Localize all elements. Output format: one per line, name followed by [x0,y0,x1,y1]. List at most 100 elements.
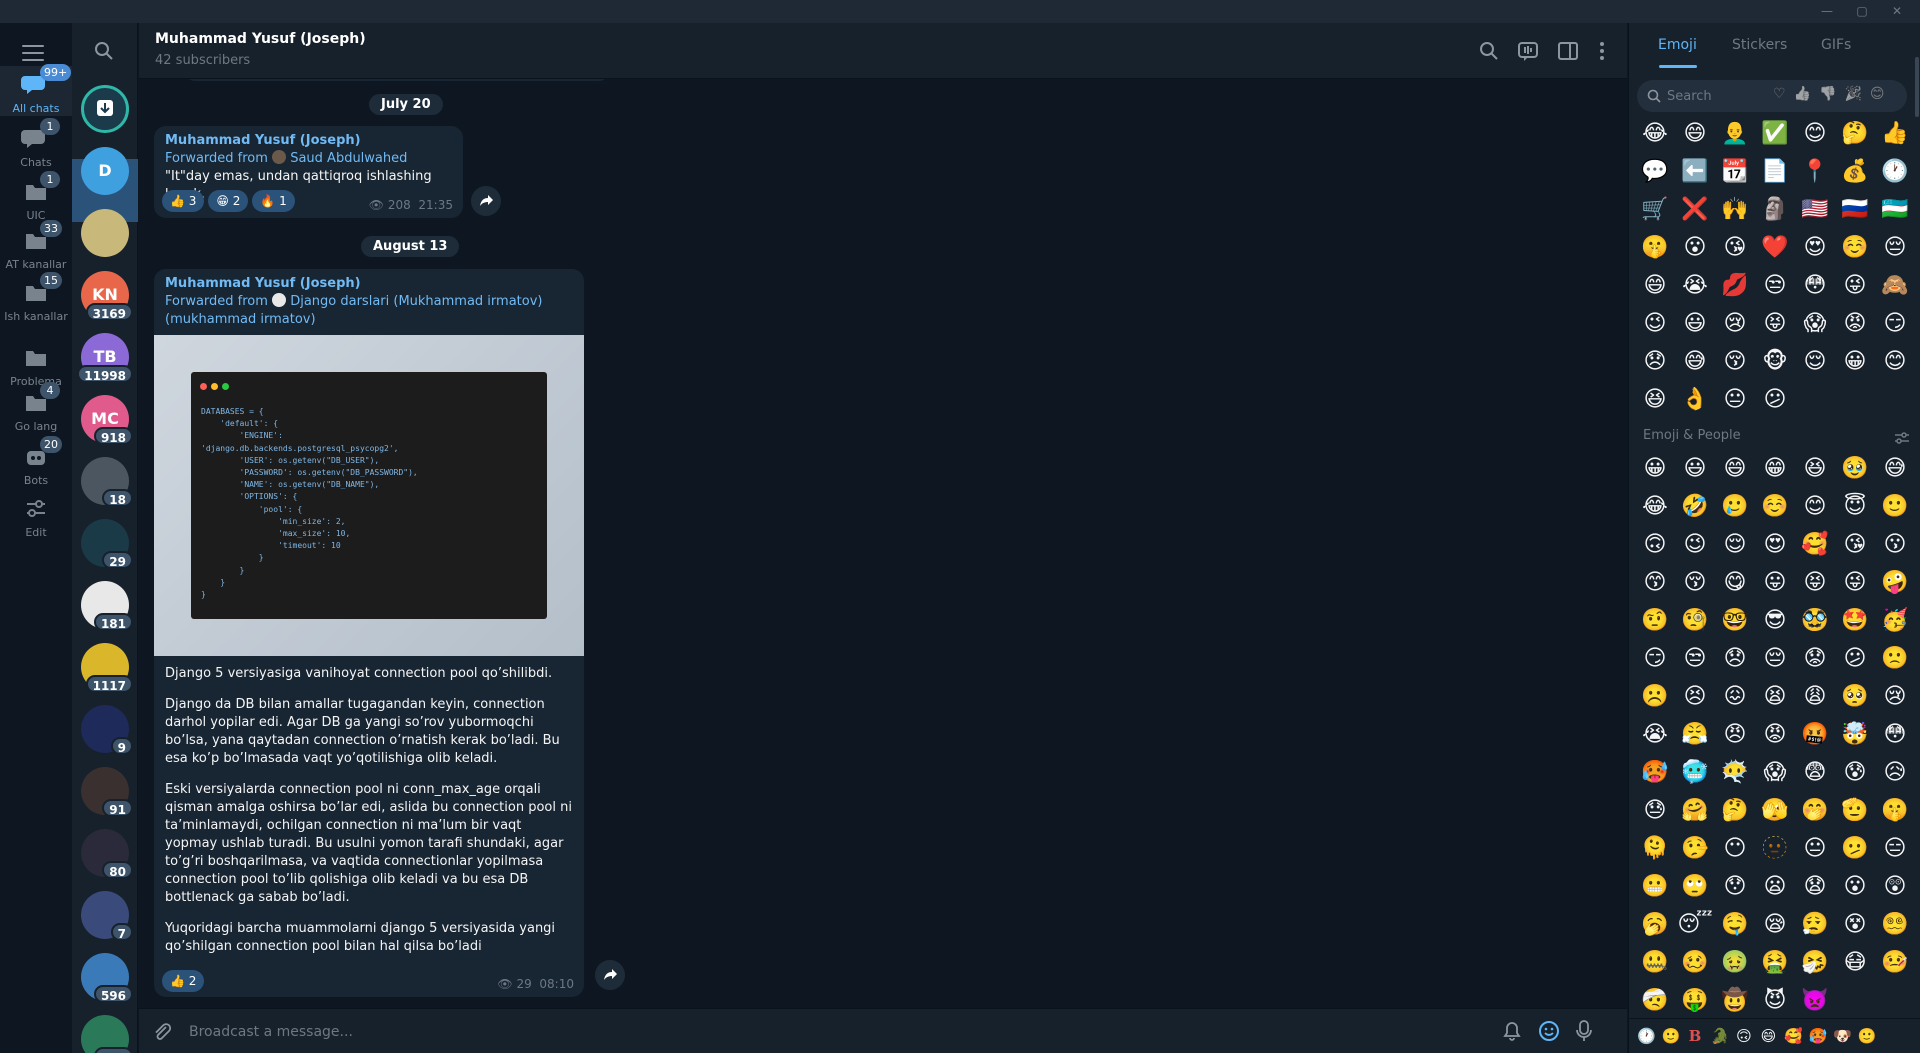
emoji[interactable]: 🤮 [1755,944,1795,982]
emoji[interactable]: 🤢 [1715,944,1755,982]
emoji-icon[interactable] [1537,1019,1561,1043]
chat-avatar[interactable]: 80 [81,829,133,879]
recent-emoji[interactable]: 😄 [1675,115,1715,153]
emoji[interactable]: 🤧 [1795,944,1835,982]
emoji[interactable]: 😃 [1675,450,1715,488]
recent-emoji[interactable]: 👌 [1675,381,1715,419]
filter-icon[interactable]: 👎 [1819,86,1836,102]
emoji[interactable]: 😂 [1635,488,1675,526]
folder-bots[interactable]: 20 Bots [0,436,72,488]
recent-emoji[interactable]: 📍 [1795,153,1835,191]
emoji[interactable]: 😘 [1835,526,1875,564]
emoji[interactable]: 😊 [1795,488,1835,526]
emoji[interactable]: 🤯 [1835,716,1875,754]
recent-emoji[interactable]: 😱 [1795,305,1835,343]
attach-icon[interactable] [151,1021,173,1043]
emoji[interactable]: 🥲 [1715,488,1755,526]
emoji[interactable]: 😔 [1755,640,1795,678]
emoji[interactable]: 🥱 [1635,906,1675,944]
emoji[interactable]: 🤠 [1715,982,1755,1018]
chat-avatar[interactable]: 18 [81,457,133,507]
emoji[interactable]: 😬 [1635,868,1675,906]
emoji[interactable]: 🙂 [1875,488,1911,526]
emoji[interactable]: 😓 [1635,792,1675,830]
emoji[interactable]: 😳 [1875,716,1911,754]
folder-go-lang[interactable]: 4 Go lang [0,382,72,434]
code-image[interactable]: DATABASES = { 'default': { 'ENGINE': 'dj… [154,335,584,656]
video-chat-icon[interactable] [1517,40,1539,62]
recent-emoji[interactable]: 😢 [1715,305,1755,343]
forwarded-header[interactable]: Forwarded from Django darslari (Mukhamma… [165,293,575,329]
emoji[interactable]: 😑 [1875,830,1911,868]
emoji[interactable]: 👿 [1795,982,1835,1018]
recent-emoji[interactable]: ❌ [1675,191,1715,229]
emoji[interactable]: 🤔 [1715,792,1755,830]
chat-avatar[interactable]: TB 11998 [77,333,133,383]
folder-all-chats[interactable]: 99+ All chats [0,64,72,116]
emoji[interactable]: 😲 [1875,868,1911,906]
emoji[interactable]: 😕 [1835,640,1875,678]
minimize-button[interactable]: — [1810,0,1844,23]
search-icon[interactable] [94,41,114,61]
emoji[interactable]: 😇 [1835,488,1875,526]
emoji[interactable]: 🤨 [1635,602,1675,640]
reaction-chip[interactable]: 😁 2 [208,190,249,212]
emoji[interactable]: 🤓 [1715,602,1755,640]
recent-emoji[interactable]: 🙌 [1715,191,1755,229]
message-bubble[interactable]: Muhammad Yusuf (Joseph) Forwarded from D… [154,269,584,997]
recent-emoji[interactable]: 😊 [1795,115,1835,153]
recent-emoji[interactable]: 👍 [1875,115,1915,153]
emoji[interactable]: 🤬 [1795,716,1835,754]
recent-emoji[interactable]: 😍 [1795,229,1835,267]
emoji[interactable]: 😯 [1715,868,1755,906]
share-button[interactable] [595,960,625,990]
emoji[interactable]: 🤭 [1795,792,1835,830]
reaction-chip[interactable]: 👍 2 [162,970,205,992]
emoji[interactable]: 🧐 [1675,602,1715,640]
emoji[interactable]: 😌 [1715,526,1755,564]
chat-avatar[interactable]: KN 3169 [81,271,133,321]
emoji[interactable]: 😴 [1675,906,1715,944]
chat-title[interactable]: Muhammad Yusuf (Joseph) [155,31,366,47]
reaction-chip[interactable]: 🔥 1 [252,190,295,212]
category-icon[interactable]: 🐶 [1833,1027,1852,1045]
hamburger-menu-icon[interactable] [22,45,44,61]
search-icon[interactable] [1478,40,1500,62]
category-icon[interactable]: B [1686,1027,1704,1045]
emoji[interactable]: 😆 [1795,450,1835,488]
recent-emoji[interactable]: 🗿 [1755,191,1795,229]
recent-emoji[interactable]: 🇺🇸 [1795,191,1835,229]
emoji[interactable]: 😨 [1795,754,1835,792]
emoji[interactable]: 😞 [1715,640,1755,678]
recent-emoji[interactable]: 💋 [1715,267,1755,305]
forwarded-header[interactable]: Forwarded from Saud Abdulwahed [165,150,407,168]
recent-emoji[interactable]: 😭 [1675,267,1715,305]
chat-avatar[interactable]: 596 [81,953,133,1003]
emoji[interactable]: 😶‍🌫️ [1715,754,1755,792]
emoji[interactable]: 😵‍💫 [1875,906,1911,944]
folder-edit[interactable]: Edit [0,490,72,540]
tab-stickers[interactable]: Stickers [1732,37,1787,53]
recent-emoji[interactable]: 🇺🇿 [1875,191,1915,229]
folder-at-kanallar[interactable]: 33 AT kanallar [0,220,72,272]
recent-emoji[interactable]: 😔 [1875,229,1915,267]
category-icon[interactable]: 🥰 [1784,1027,1803,1045]
emoji[interactable]: 😮 [1835,868,1875,906]
recent-emoji[interactable]: 😊 [1875,343,1915,381]
emoji[interactable]: ☹️ [1635,678,1675,716]
filter-icon[interactable]: ♡ [1773,86,1786,102]
emoji[interactable]: 😰 [1835,754,1875,792]
emoji[interactable]: 🤤 [1715,906,1755,944]
recent-emoji[interactable]: 😆 [1635,381,1675,419]
chat-avatar[interactable]: 1117 [81,643,133,693]
recent-emoji[interactable]: 💰 [1835,153,1875,191]
emoji[interactable]: 😪 [1755,906,1795,944]
scrollbar[interactable] [1915,57,1919,117]
emoji[interactable]: 😀 [1635,450,1675,488]
emoji[interactable]: 😢 [1875,678,1911,716]
emoji[interactable]: 😶 [1715,830,1755,868]
emoji[interactable]: 😖 [1715,678,1755,716]
emoji[interactable]: 🤕 [1635,982,1675,1018]
recent-emoji[interactable]: 😡 [1835,305,1875,343]
emoji[interactable]: 🤗 [1675,792,1715,830]
